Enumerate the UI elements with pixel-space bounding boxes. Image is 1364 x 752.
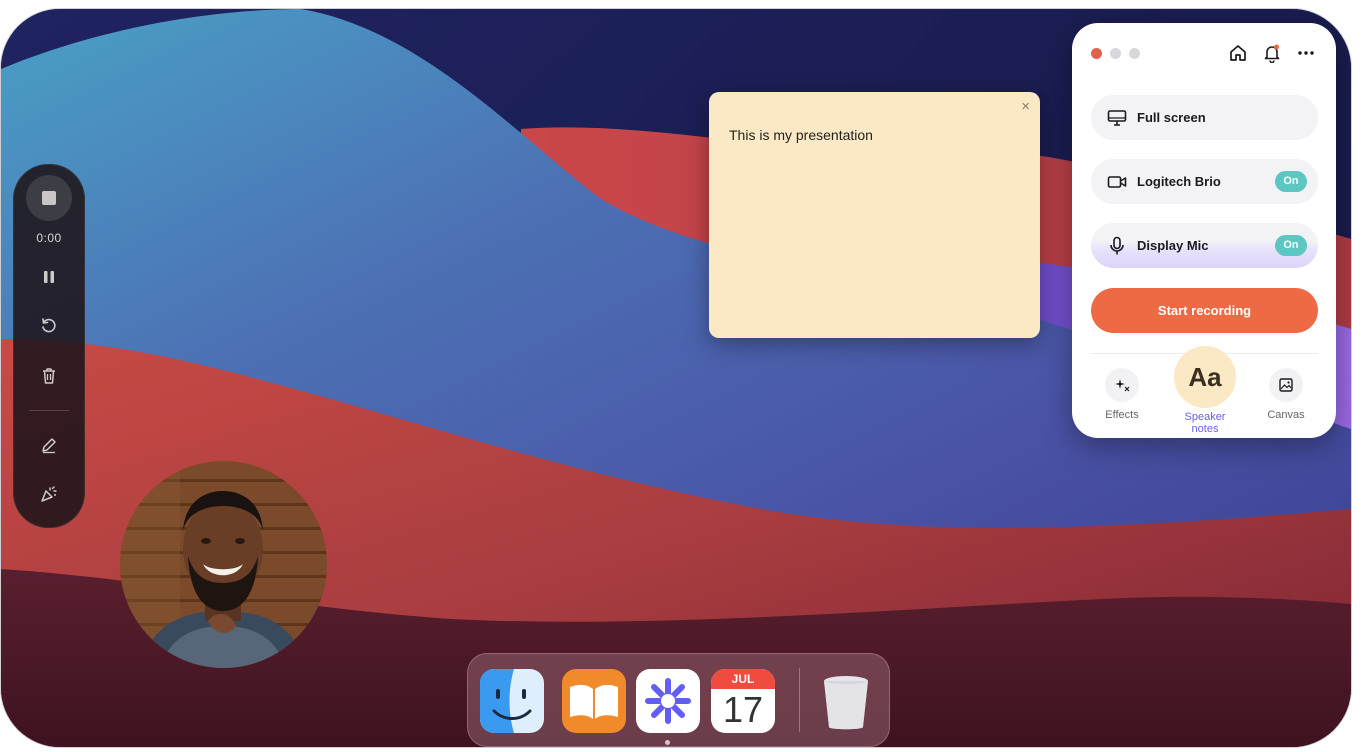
- desktop-screen: 0:00 × This is my presentation Full scre…: [0, 8, 1352, 748]
- screen-option-label: Full screen: [1137, 110, 1206, 125]
- calendar-month: JUL: [731, 672, 755, 686]
- effects-tool[interactable]: Effects: [1087, 368, 1157, 421]
- start-recording-button[interactable]: Start recording: [1091, 288, 1318, 333]
- dock: JUL 17: [467, 653, 890, 747]
- camera-toggle[interactable]: On: [1275, 171, 1307, 192]
- dock-divider: [799, 668, 800, 732]
- monitor-icon: [1106, 107, 1128, 129]
- home-button[interactable]: [1227, 42, 1249, 64]
- restart-button[interactable]: [37, 314, 61, 338]
- pause-button[interactable]: [37, 265, 61, 289]
- pencil-icon: [42, 438, 56, 454]
- more-icon: [1298, 51, 1314, 55]
- speaker-notes-label: Speaker notes: [1184, 411, 1226, 435]
- sparkle-icon: [1105, 368, 1139, 402]
- bell-icon: [1264, 44, 1280, 63]
- mic-option-label: Display Mic: [1137, 238, 1209, 253]
- recorder-panel: Full screen Logitech Brio On Display Mic…: [1072, 23, 1336, 438]
- pause-icon: [44, 271, 54, 283]
- confetti-button[interactable]: [37, 482, 61, 506]
- calendar-day: 17: [722, 689, 764, 730]
- mic-option[interactable]: Display Mic On: [1091, 223, 1318, 268]
- calendar-icon[interactable]: JUL 17: [711, 669, 775, 733]
- canvas-tool[interactable]: Canvas: [1251, 368, 1321, 421]
- books-icon[interactable]: [562, 669, 626, 733]
- video-camera-icon: [1106, 171, 1128, 193]
- window-close-dot[interactable]: [1091, 48, 1102, 59]
- loom-icon[interactable]: [636, 669, 700, 733]
- stop-icon: [42, 191, 56, 205]
- text-aa-icon: Aa: [1174, 346, 1236, 408]
- more-options-button[interactable]: [1295, 42, 1317, 64]
- effects-label: Effects: [1105, 409, 1139, 421]
- note-text[interactable]: This is my presentation: [729, 127, 873, 143]
- camera-option-label: Logitech Brio: [1137, 174, 1221, 189]
- microphone-icon: [1106, 235, 1128, 257]
- stop-button[interactable]: [26, 175, 72, 221]
- camera-feed-image: [120, 461, 327, 668]
- mic-toggle[interactable]: On: [1275, 235, 1307, 256]
- notifications-button[interactable]: [1261, 42, 1283, 64]
- draw-button[interactable]: [37, 433, 61, 457]
- delete-button[interactable]: [37, 364, 61, 388]
- window-minimize-dot[interactable]: [1110, 48, 1121, 59]
- finder-icon[interactable]: [480, 669, 544, 733]
- speaker-notes-tool[interactable]: Aa Speaker notes: [1170, 346, 1240, 435]
- close-icon[interactable]: ×: [1021, 98, 1030, 115]
- window-zoom-dot[interactable]: [1129, 48, 1140, 59]
- restart-icon: [42, 318, 56, 333]
- trash-bin-icon[interactable]: [814, 669, 878, 733]
- trash-icon: [43, 368, 55, 384]
- confetti-icon: [41, 486, 57, 502]
- recording-toolbar: 0:00: [13, 164, 85, 528]
- recording-timer: 0:00: [36, 231, 62, 245]
- screen-option[interactable]: Full screen: [1091, 95, 1318, 140]
- image-icon: [1269, 368, 1303, 402]
- canvas-label: Canvas: [1267, 409, 1305, 421]
- camera-option[interactable]: Logitech Brio On: [1091, 159, 1318, 204]
- running-indicator: [665, 740, 670, 745]
- speaker-notes-card[interactable]: × This is my presentation: [709, 92, 1040, 338]
- camera-bubble[interactable]: [120, 461, 327, 668]
- toolbar-divider: [29, 410, 69, 411]
- home-icon: [1230, 45, 1246, 61]
